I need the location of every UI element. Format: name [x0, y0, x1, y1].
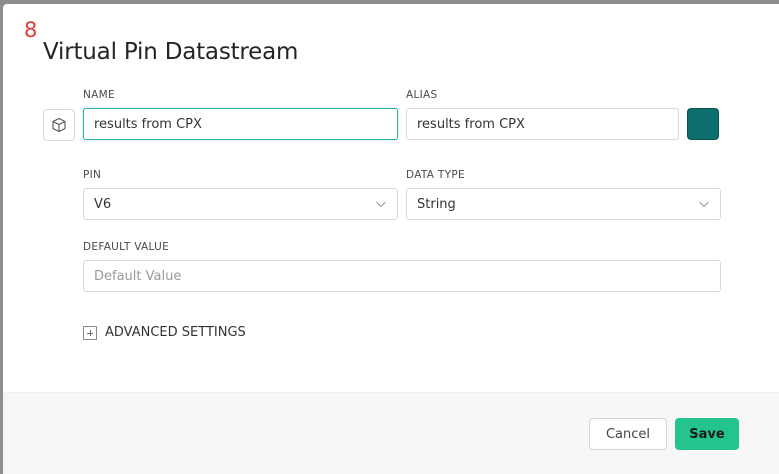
- dialog-title: Virtual Pin Datastream: [43, 39, 299, 65]
- name-field-wrapper: [83, 108, 398, 140]
- data-type-label: DATA TYPE: [406, 169, 465, 181]
- data-type-select[interactable]: String: [406, 188, 721, 220]
- dialog-footer: Cancel Save: [3, 392, 779, 474]
- icon-picker-button[interactable]: [43, 109, 75, 141]
- datastream-dialog: 8 Virtual Pin Datastream NAME ALIAS PIN …: [3, 4, 779, 474]
- chevron-down-icon: [376, 201, 386, 208]
- advanced-settings-toggle[interactable]: ADVANCED SETTINGS: [83, 325, 246, 340]
- cancel-button[interactable]: Cancel: [589, 418, 667, 450]
- expand-plus-icon: [83, 325, 97, 340]
- pin-select[interactable]: V6: [83, 188, 398, 220]
- color-picker-swatch[interactable]: [687, 108, 719, 140]
- alias-label: ALIAS: [406, 89, 438, 101]
- cube-icon: [52, 117, 66, 133]
- name-label: NAME: [83, 89, 115, 101]
- name-input[interactable]: [94, 109, 387, 139]
- chevron-down-icon: [699, 201, 709, 208]
- alias-field-wrapper: [406, 108, 679, 140]
- pin-label: PIN: [83, 169, 102, 181]
- alias-input[interactable]: [417, 109, 668, 139]
- default-value-field-wrapper: [83, 260, 721, 292]
- step-number: 8: [24, 18, 38, 42]
- save-button[interactable]: Save: [675, 418, 739, 450]
- data-type-selected-value: String: [417, 196, 456, 212]
- pin-selected-value: V6: [94, 196, 112, 212]
- default-value-input[interactable]: [94, 261, 710, 291]
- default-value-label: DEFAULT VALUE: [83, 241, 170, 253]
- advanced-settings-label: ADVANCED SETTINGS: [105, 325, 246, 340]
